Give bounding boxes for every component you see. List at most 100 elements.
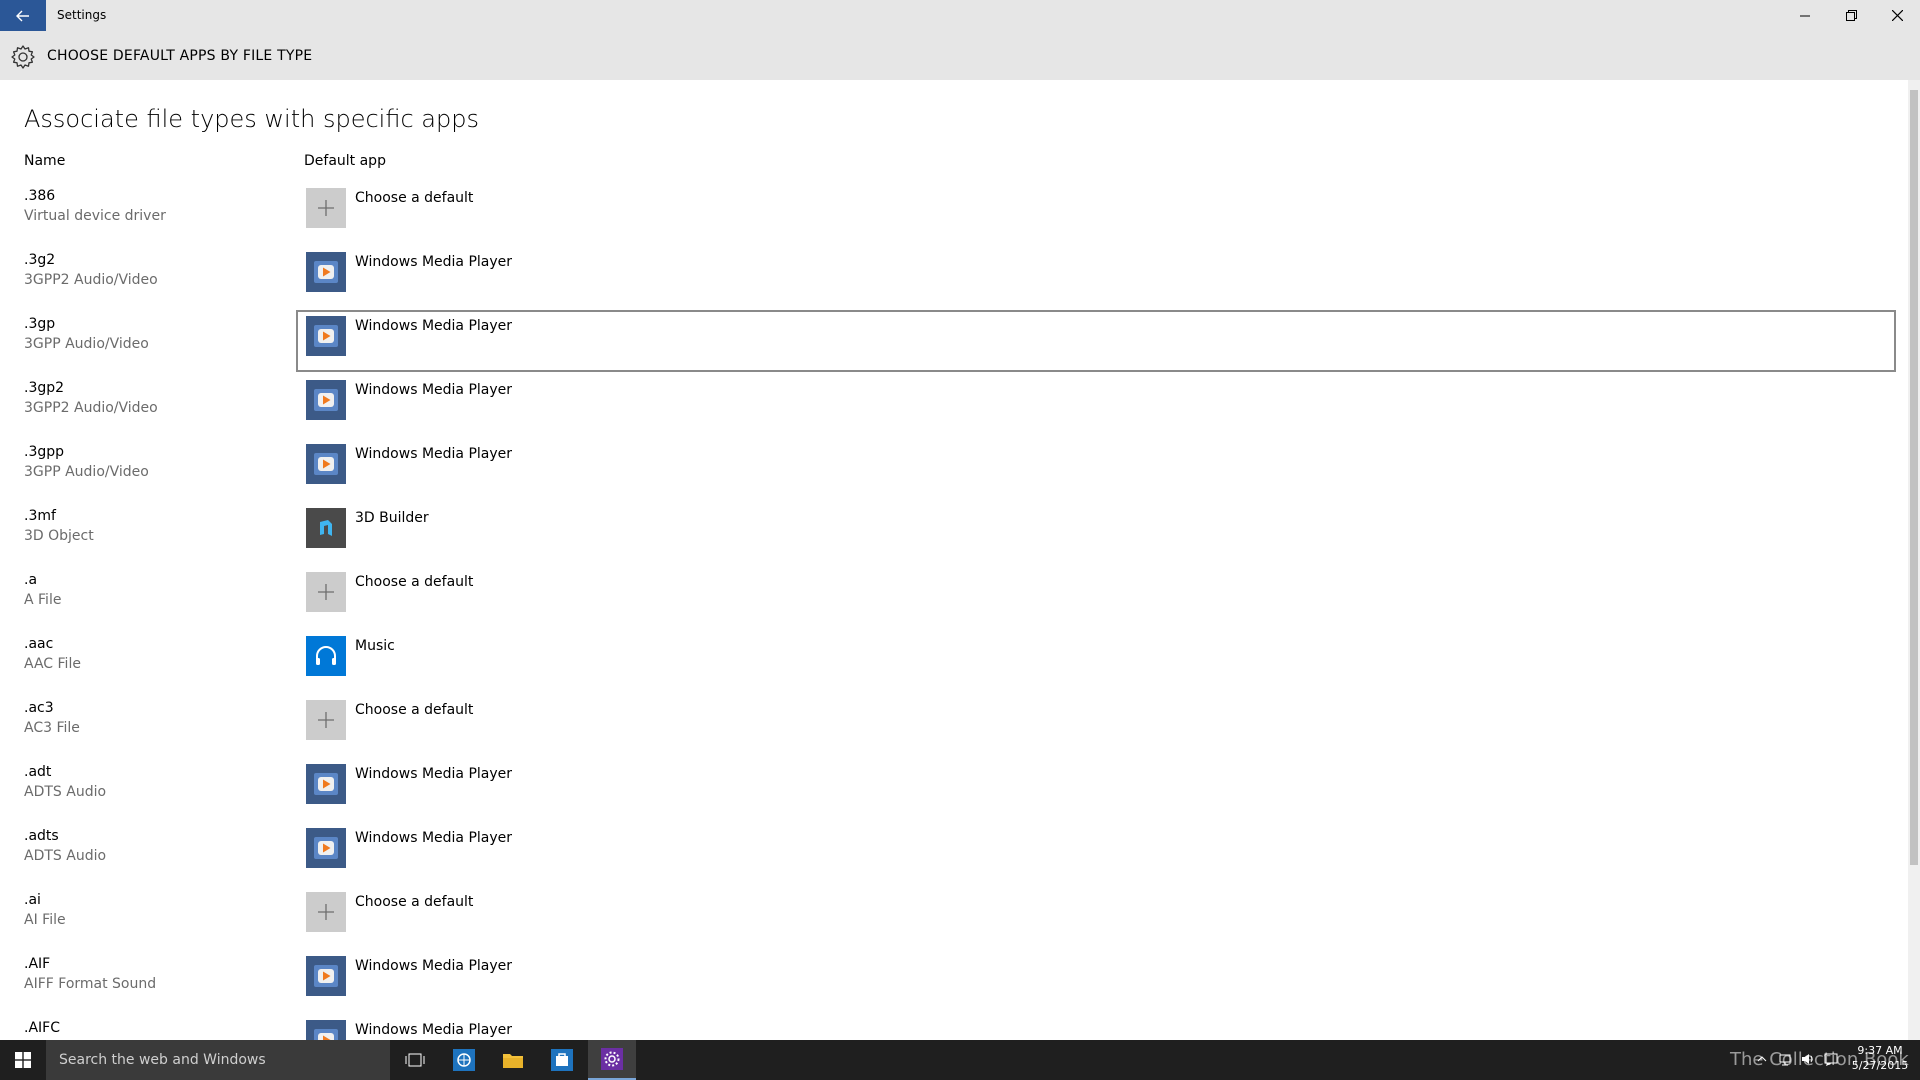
minimize-button[interactable] xyxy=(1782,0,1828,31)
file-extension: .ac3 xyxy=(24,700,54,716)
windows-logo-icon xyxy=(15,1052,31,1068)
file-type-description: 3D Object xyxy=(24,528,94,544)
default-app-button[interactable]: Windows Media Player xyxy=(296,822,1896,884)
scrollbar-thumb[interactable] xyxy=(1910,90,1918,865)
default-app-name: Windows Media Player xyxy=(355,958,513,974)
file-type-row: .3gp 3GPP Audio/Video Windows Media Player xyxy=(0,310,1908,380)
minimize-icon xyxy=(1800,15,1810,16)
file-type-description: ADTS Audio xyxy=(24,848,107,864)
close-icon xyxy=(1891,10,1903,21)
default-app-name: Windows Media Player xyxy=(355,254,513,270)
file-type-row: .386 Virtual device driver Choose a defaul… xyxy=(0,188,1908,252)
default-app-button[interactable]: Windows Media Player xyxy=(296,950,1896,1012)
file-type-row: .aac AAC File Music xyxy=(0,636,1908,700)
default-app-name: Windows Media Player xyxy=(355,1022,513,1038)
file-type-description: ADTS Audio xyxy=(24,784,107,800)
file-type-description: AC3 File xyxy=(24,720,80,736)
column-header-default-app: Default app xyxy=(304,153,386,169)
task-view-icon xyxy=(405,1053,425,1067)
file-extension: .3mf xyxy=(24,508,56,524)
default-app-name: Choose a default xyxy=(355,894,474,910)
search-placeholder: Search the web and Windows xyxy=(59,1052,266,1068)
add-icon xyxy=(306,700,346,740)
file-extension: .AIF xyxy=(24,956,51,972)
file-type-description: AIFF Format Sound xyxy=(24,976,157,992)
back-button[interactable] xyxy=(0,0,46,31)
file-type-row: .ai AI File Choose a default xyxy=(0,892,1908,956)
taskbar-edge-button[interactable] xyxy=(441,1040,487,1080)
title-bar: Settings xyxy=(0,0,1920,31)
restore-icon xyxy=(1845,10,1857,21)
default-app-button[interactable]: Windows Media Player xyxy=(296,374,1896,436)
section-heading: Associate file types with specific apps xyxy=(24,105,479,133)
windows-media-player-icon xyxy=(306,764,346,804)
default-app-button[interactable]: Windows Media Player xyxy=(296,310,1896,372)
taskbar-store-button[interactable] xyxy=(539,1040,585,1080)
default-app-button[interactable]: Choose a default xyxy=(296,182,1896,244)
restore-button[interactable] xyxy=(1828,0,1874,31)
default-app-name: Music xyxy=(355,638,395,654)
notifications-icon[interactable] xyxy=(1824,1052,1838,1066)
file-type-description: 3GPP2 Audio/Video xyxy=(24,272,158,288)
file-type-row: .3gp2 3GPP2 Audio/Video Windows Media Play… xyxy=(0,380,1908,444)
default-app-button[interactable]: Windows Media Player xyxy=(296,438,1896,500)
file-type-description: AI File xyxy=(24,912,66,928)
file-type-description: 3GPP2 Audio/Video xyxy=(24,400,158,416)
file-extension: .adt xyxy=(24,764,52,780)
taskbar-file-explorer-button[interactable] xyxy=(490,1040,536,1080)
file-type-row: .adts ADTS Audio Windows Media Player xyxy=(0,828,1908,892)
default-app-name: Windows Media Player xyxy=(355,830,513,846)
file-type-row: .AIFC Windows Media Player xyxy=(0,1020,1908,1040)
gear-icon xyxy=(11,45,35,69)
settings-gear-icon xyxy=(601,1048,623,1070)
default-app-name: Windows Media Player xyxy=(355,318,513,334)
start-button[interactable] xyxy=(0,1040,46,1080)
file-type-row: .ac3 AC3 File Choose a default xyxy=(0,700,1908,764)
add-icon xyxy=(306,572,346,612)
folder-icon xyxy=(503,1054,523,1068)
page-title: CHOOSE DEFAULT APPS BY FILE TYPE xyxy=(47,48,313,64)
windows-media-player-icon xyxy=(306,444,346,484)
taskbar: Search the web and Windows The Collectio… xyxy=(0,1040,1920,1080)
window-title: Settings xyxy=(57,8,107,22)
show-hidden-icons-icon[interactable] xyxy=(1755,1052,1769,1066)
file-extension: .adts xyxy=(24,828,59,844)
file-type-row: .3gpp 3GPP Audio/Video Windows Media Playe… xyxy=(0,444,1908,508)
file-type-row: .AIF AIFF Format Sound Windows Media Playe… xyxy=(0,956,1908,1020)
search-box[interactable]: Search the web and Windows xyxy=(46,1040,390,1080)
file-type-row: .a A File Choose a default xyxy=(0,572,1908,636)
clock-date: 5/27/2015 xyxy=(1851,1059,1909,1072)
file-extension: .3g2 xyxy=(24,252,56,268)
file-type-row: .adt ADTS Audio Windows Media Player xyxy=(0,764,1908,828)
add-icon xyxy=(306,892,346,932)
default-app-name: Windows Media Player xyxy=(355,446,513,462)
file-extension: .386 xyxy=(24,188,56,204)
default-app-button[interactable]: 3D Builder xyxy=(296,502,1896,564)
file-extension: .aac xyxy=(24,636,54,652)
clock-time: 9:37 AM xyxy=(1857,1044,1903,1057)
content-area: Associate file types with specific apps … xyxy=(0,80,1908,1040)
default-app-button[interactable]: Windows Media Player xyxy=(296,1014,1896,1040)
default-app-button[interactable]: Music xyxy=(296,630,1896,692)
network-icon[interactable] xyxy=(1778,1052,1792,1066)
windows-media-player-icon xyxy=(306,380,346,420)
volume-icon[interactable] xyxy=(1801,1052,1815,1066)
default-app-button[interactable]: Windows Media Player xyxy=(296,246,1896,308)
task-view-button[interactable] xyxy=(392,1040,438,1080)
clock[interactable]: 9:37 AM 5/27/2015 xyxy=(1848,1043,1912,1073)
file-type-description: AAC File xyxy=(24,656,81,672)
default-app-button[interactable]: Choose a default xyxy=(296,566,1896,628)
store-icon xyxy=(551,1049,573,1071)
default-app-button[interactable]: Choose a default xyxy=(296,694,1896,756)
default-app-button[interactable]: Choose a default xyxy=(296,886,1896,948)
file-extension: .a xyxy=(24,572,38,588)
close-button[interactable] xyxy=(1874,0,1920,31)
default-app-name: Choose a default xyxy=(355,190,474,206)
browser-icon xyxy=(453,1049,475,1071)
default-app-name: Choose a default xyxy=(355,574,474,590)
default-app-button[interactable]: Windows Media Player xyxy=(296,758,1896,820)
default-app-name: 3D Builder xyxy=(355,510,429,526)
taskbar-settings-button[interactable] xyxy=(588,1040,636,1080)
windows-media-player-icon xyxy=(306,828,346,868)
file-type-row: .3g2 3GPP2 Audio/Video Windows Media Playe… xyxy=(0,252,1908,316)
